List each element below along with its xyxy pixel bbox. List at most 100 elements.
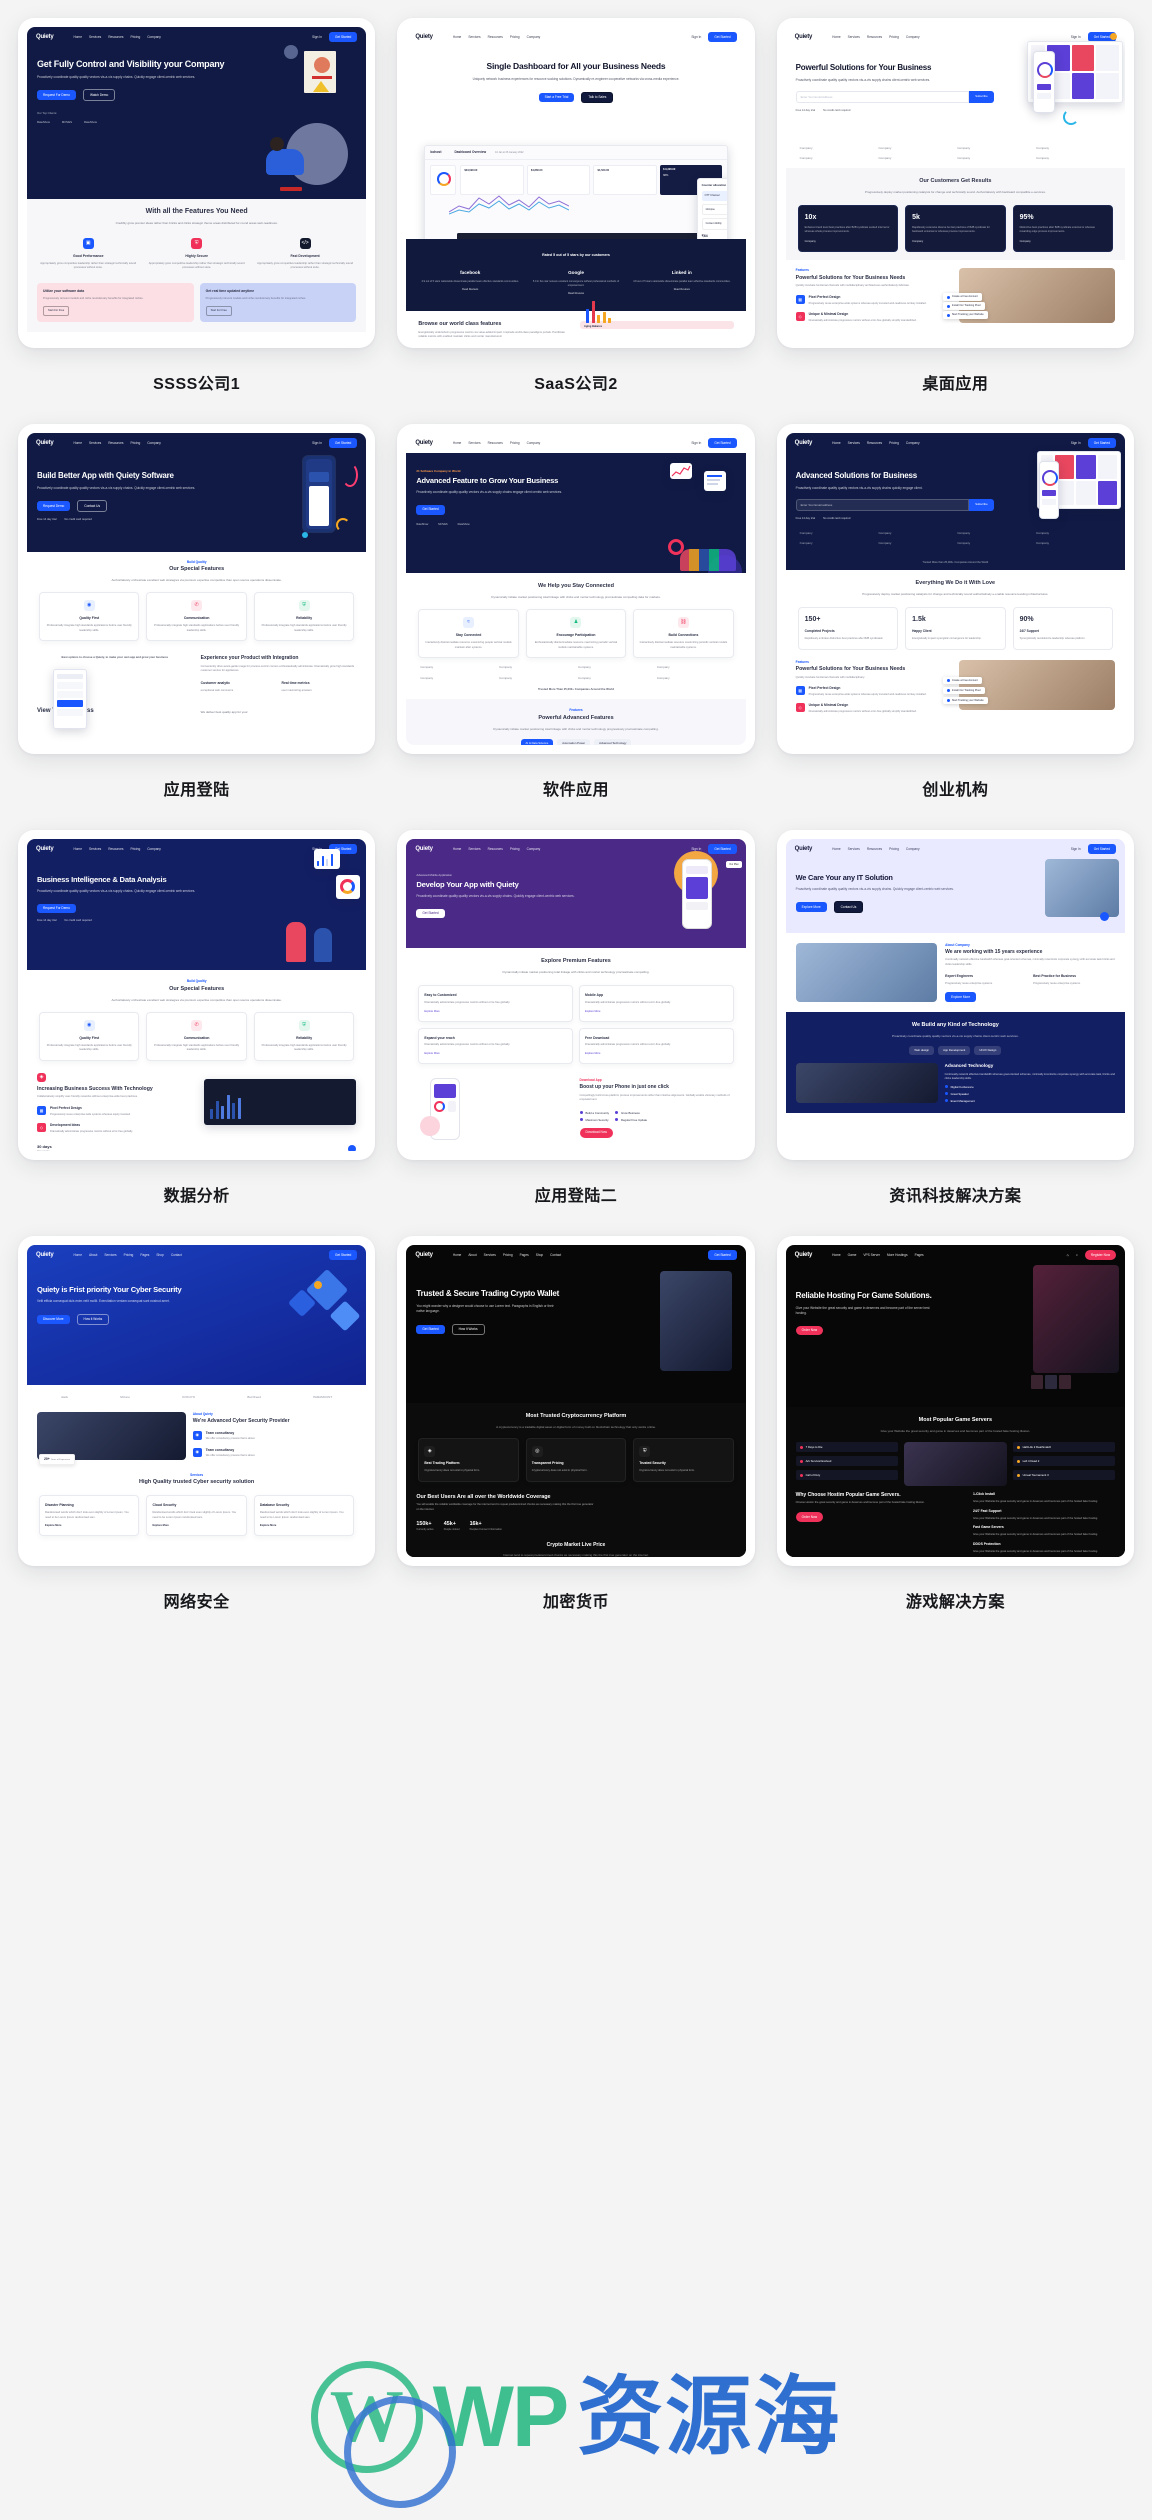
nav-item[interactable]: Services: [89, 35, 101, 40]
template-card-12[interactable]: Quiety Home Game VPS Server More Hosting…: [776, 1236, 1134, 1566]
card-link[interactable]: Explore More: [585, 1052, 728, 1056]
card-link[interactable]: Explore More: [424, 1052, 567, 1056]
nav-item[interactable]: Home: [73, 441, 82, 446]
premium-card[interactable]: Mobile App Dramatically administrate pro…: [578, 985, 734, 1022]
get-started-button[interactable]: Get Started: [329, 438, 358, 448]
tab[interactable]: App Development: [938, 1045, 971, 1055]
request-demo-button[interactable]: Request For Demo: [37, 90, 76, 101]
nav-links[interactable]: Home Services Resources Pricing Company: [453, 847, 540, 852]
card-link[interactable]: Explore More: [45, 1524, 133, 1528]
nav-item[interactable]: Pricing: [130, 441, 140, 446]
nav-links[interactable]: Home About Services Pricing Pages Shop C…: [73, 1253, 181, 1258]
nav-item[interactable]: Home: [453, 847, 462, 852]
nav-item[interactable]: Pricing: [889, 441, 899, 446]
nav-item[interactable]: Pages: [915, 1253, 924, 1258]
nav-item[interactable]: Resources: [488, 847, 503, 852]
nav-item[interactable]: More Hostings: [887, 1253, 908, 1258]
template-card-10[interactable]: Quiety Home About Services Pricing Pages…: [18, 1236, 376, 1566]
nav-item[interactable]: Pricing: [503, 1253, 513, 1258]
signin-link[interactable]: Sign In: [691, 441, 701, 446]
panel-item[interactable]: OTT Channel: [701, 191, 727, 201]
signin-link[interactable]: Sign In: [1071, 847, 1081, 852]
get-started-button[interactable]: Get Started: [1087, 438, 1116, 448]
get-started-button[interactable]: Get Started: [708, 844, 737, 854]
signin-link[interactable]: Sign In: [312, 441, 322, 446]
nav-item[interactable]: Company: [906, 441, 920, 446]
tab[interactable]: UI/UX Design: [974, 1045, 1002, 1055]
premium-card[interactable]: Easy to Customized Dramatically administ…: [418, 985, 573, 1022]
template-card-8[interactable]: Quiety Home Services Resources Pricing C…: [397, 830, 755, 1160]
site-nav[interactable]: Quiety Home About Services Pricing Pages…: [406, 1245, 745, 1265]
feature-card[interactable]: ▣ Good Performance Appropriately grow co…: [37, 237, 139, 271]
nav-item[interactable]: Pricing: [889, 35, 899, 40]
template-card-2[interactable]: Quiety Home Services Resources Pricing C…: [397, 18, 755, 348]
nav-item[interactable]: Company: [527, 847, 541, 852]
template-card-3[interactable]: Quiety Home Services Resources Pricing C…: [776, 18, 1134, 348]
nav-item[interactable]: Home: [73, 1253, 82, 1258]
get-started-button[interactable]: Get Started: [708, 438, 737, 448]
nav-item[interactable]: Home: [832, 1253, 841, 1258]
card-link[interactable]: Explore More: [585, 1010, 728, 1014]
nav-item[interactable]: Services: [484, 1253, 496, 1258]
nav-item[interactable]: Pricing: [130, 35, 140, 40]
template-card-1[interactable]: Quiety Home Services Resources Pricing C…: [18, 18, 376, 348]
nav-links[interactable]: Home Services Resources Pricing Company: [73, 441, 160, 446]
nav-links[interactable]: Home Game VPS Server More Hostings Pages: [832, 1253, 923, 1258]
review-link[interactable]: Read Reviews: [420, 288, 520, 292]
nav-item[interactable]: Shop: [156, 1253, 163, 1258]
contact-us-button[interactable]: Contact Us: [77, 500, 108, 512]
feature-card[interactable]: ✆ Communication Professionally integrate…: [146, 1011, 247, 1061]
feature-card[interactable]: </> Fast Development Appropriately grow …: [254, 237, 356, 271]
nav-item[interactable]: Pages: [520, 1253, 529, 1258]
nav-item[interactable]: Pricing: [510, 441, 520, 446]
search-icon[interactable]: ⌕: [1076, 1253, 1078, 1258]
premium-card[interactable]: Expand your reach Dramatically administr…: [418, 1027, 573, 1064]
feature-card[interactable]: ⛓ Build Connections Interactively disint…: [633, 609, 734, 659]
server-item[interactable]: 7 Days to Die: [795, 1442, 899, 1453]
promo-cta[interactable]: Start For Free: [205, 306, 232, 317]
site-nav[interactable]: Quiety Home Services Resources Pricing C…: [406, 433, 745, 453]
nav-links[interactable]: Home Services Resources Pricing Company: [73, 847, 160, 852]
subscribe-form[interactable]: Enter Your Email Address Subscribe: [795, 91, 994, 104]
tab[interactable]: Advanced Technology: [594, 738, 632, 745]
nav-item[interactable]: Home: [453, 441, 462, 446]
get-started-cta[interactable]: Get Started: [416, 908, 445, 919]
nav-item[interactable]: Pricing: [510, 847, 520, 852]
promo-cta[interactable]: Start For Free: [43, 306, 70, 317]
nav-item[interactable]: Services: [468, 441, 480, 446]
template-card-6[interactable]: Quiety Home Services Resources Pricing C…: [776, 424, 1134, 754]
nav-item[interactable]: Resources: [867, 35, 882, 40]
nav-item[interactable]: Home: [832, 847, 841, 852]
site-nav[interactable]: Quiety Home Services Resources Pricing C…: [786, 433, 1125, 453]
contact-button[interactable]: Contact Us: [833, 901, 864, 914]
signin-link[interactable]: Sign In: [1071, 441, 1081, 446]
nav-item[interactable]: Pricing: [510, 35, 520, 40]
feature-card[interactable]: ≈ Stay Connected Interactively disinterm…: [418, 609, 519, 659]
panel-item[interactable]: Glimpse: [701, 203, 727, 216]
template-card-5[interactable]: Quiety Home Services Resources Pricing C…: [397, 424, 755, 754]
card-link[interactable]: Explore More: [424, 1010, 567, 1014]
platform-card[interactable]: ◈ Best Trading Platform Cryptocurrency d…: [418, 1438, 519, 1482]
nav-item[interactable]: Company: [147, 441, 161, 446]
service-card[interactable]: Cloud Security Randomised words which do…: [146, 1495, 247, 1537]
nav-item[interactable]: Resources: [108, 441, 123, 446]
signin-link[interactable]: Sign In: [1071, 35, 1081, 40]
promo-card[interactable]: Utilize your software data Progressively…: [37, 282, 194, 323]
get-started-button[interactable]: Get Started: [708, 1250, 737, 1260]
how-works-button[interactable]: How It Works: [451, 1323, 485, 1336]
nav-item[interactable]: Resources: [867, 441, 882, 446]
site-nav[interactable]: Quiety Home About Services Pricing Pages…: [27, 1245, 366, 1265]
nav-item[interactable]: Game: [848, 1253, 857, 1258]
review-link[interactable]: Read Reviews: [526, 292, 626, 296]
subscribe-button[interactable]: Subscribe: [969, 91, 994, 104]
discover-button[interactable]: Discover More: [37, 1314, 70, 1325]
get-started-button[interactable]: Get Started: [1087, 844, 1116, 854]
nav-item[interactable]: Home: [453, 35, 462, 40]
server-item[interactable]: Call of Duty: [795, 1470, 899, 1481]
nav-item[interactable]: Company: [147, 35, 161, 40]
nav-item[interactable]: Company: [147, 847, 161, 852]
watch-demo-button[interactable]: Watch Demo: [82, 89, 116, 102]
nav-item[interactable]: Services: [848, 847, 860, 852]
get-started-button[interactable]: Get Started: [329, 32, 358, 42]
nav-links[interactable]: Home Services Resources Pricing Company: [73, 35, 160, 40]
